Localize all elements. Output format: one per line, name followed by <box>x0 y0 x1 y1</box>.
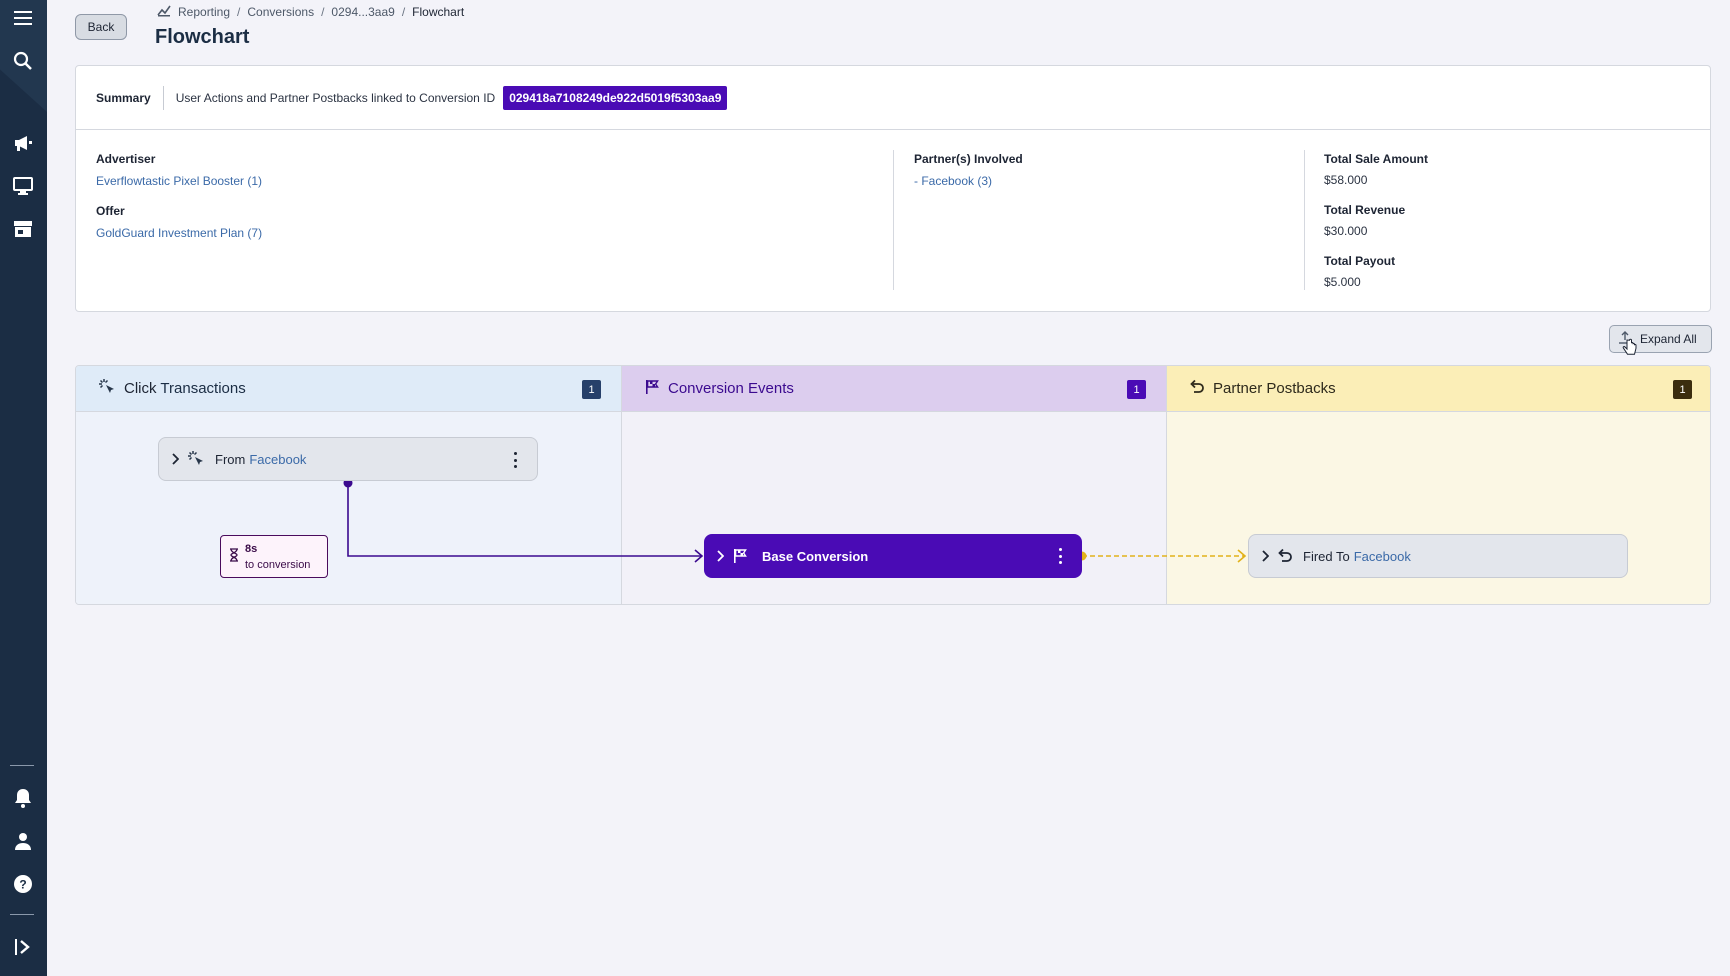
click-to-conversion-connector <box>347 483 701 557</box>
hourglass-icon <box>229 548 239 565</box>
undo-icon <box>1277 548 1301 564</box>
base-conversion-label: Base Conversion <box>762 548 869 564</box>
chevron-right-icon[interactable] <box>159 453 187 465</box>
click-node-prefix: From <box>215 451 246 467</box>
more-options-icon[interactable] <box>513 452 517 468</box>
timer-value: 8s <box>245 542 258 555</box>
click-icon <box>187 450 211 468</box>
more-options-icon[interactable] <box>1058 548 1062 564</box>
flow-connectors <box>343 478 1247 563</box>
postback-node-partner-link[interactable]: Facebook <box>1354 549 1411 564</box>
postback-arrowhead <box>1237 549 1247 563</box>
base-conversion-node[interactable]: Base Conversion <box>704 534 1082 578</box>
click-node[interactable]: From Facebook <box>158 437 538 481</box>
postback-node[interactable]: Fired To Facebook <box>1248 534 1628 578</box>
chevron-right-icon[interactable] <box>704 550 732 562</box>
timer-caption: to conversion <box>245 558 311 571</box>
timer-text: 8s to conversion <box>245 541 310 573</box>
time-to-conversion-tag: 8s to conversion <box>220 535 328 578</box>
flag-icon <box>732 548 756 564</box>
postback-node-prefix: Fired To <box>1303 548 1350 564</box>
chevron-right-icon[interactable] <box>1249 550 1277 562</box>
click-node-partner-link[interactable]: Facebook <box>249 452 306 467</box>
